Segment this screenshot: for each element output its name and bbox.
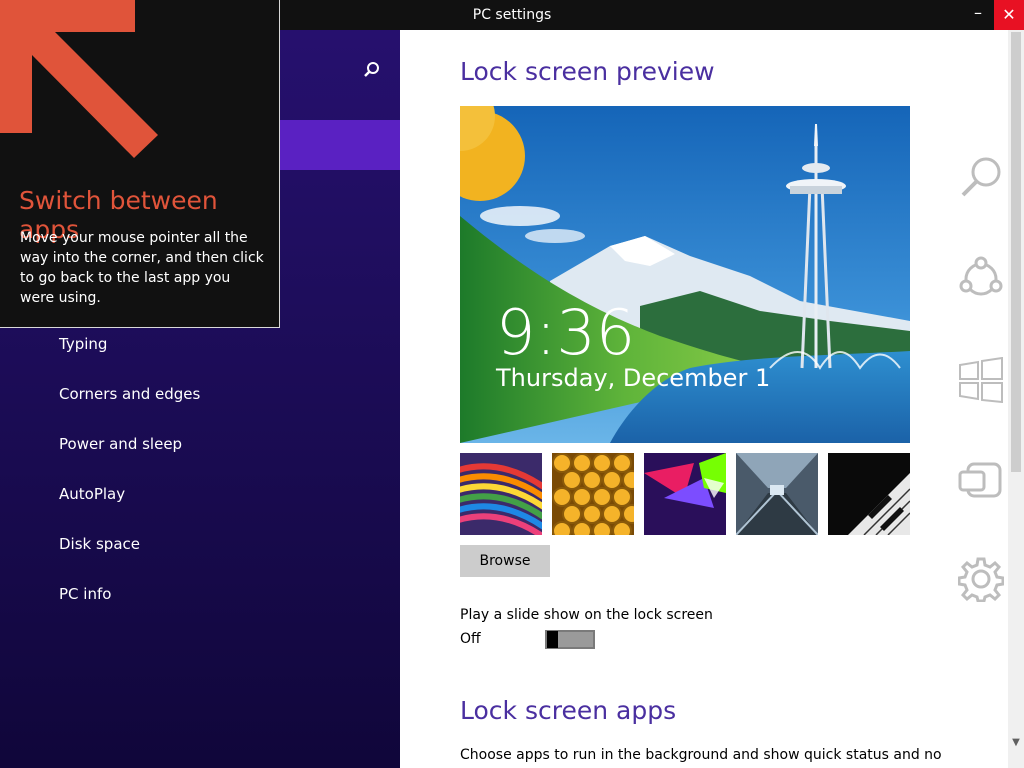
preview-date: Thursday, December 1 bbox=[496, 364, 771, 392]
toggle-knob bbox=[547, 631, 558, 648]
thumbnail-piano[interactable] bbox=[828, 453, 910, 535]
switch-apps-tip: Switch between apps Move your mouse poin… bbox=[0, 0, 280, 328]
nav-selected-item[interactable] bbox=[280, 120, 400, 170]
lock-screen-apps-heading: Lock screen apps bbox=[460, 696, 677, 725]
close-button[interactable]: ✕ bbox=[994, 0, 1024, 30]
devices-icon[interactable] bbox=[958, 458, 1004, 504]
scrollbar-thumb[interactable] bbox=[1011, 32, 1021, 472]
lock-screen-preview-image: 9:36 Thursday, December 1 bbox=[460, 106, 910, 443]
settings-content: Lock screen preview 9:36 Thursday, Decem… bbox=[400, 30, 1015, 768]
content-scrollbar[interactable]: ▼ bbox=[1008, 30, 1024, 768]
nav-item-autoplay[interactable]: AutoPlay bbox=[59, 485, 125, 503]
start-icon[interactable] bbox=[958, 356, 1004, 404]
nav-item-corners-and-edges[interactable]: Corners and edges bbox=[59, 385, 200, 403]
search-icon[interactable] bbox=[360, 60, 382, 82]
slideshow-state: Off bbox=[460, 631, 481, 647]
thumbnail-honeycomb[interactable] bbox=[552, 453, 634, 535]
pc-settings-window: PC settings – ✕ Typing Corners and edges… bbox=[0, 0, 1024, 768]
nav-item-power-and-sleep[interactable]: Power and sleep bbox=[59, 435, 182, 453]
lock-screen-apps-description: Choose apps to run in the background and… bbox=[460, 747, 1015, 763]
browse-button[interactable]: Browse bbox=[460, 545, 550, 577]
thumbnail-tunnel[interactable] bbox=[736, 453, 818, 535]
nav-item-typing[interactable]: Typing bbox=[59, 335, 107, 353]
corner-arrow-icon bbox=[0, 0, 158, 158]
lock-screen-preview-heading: Lock screen preview bbox=[460, 57, 715, 86]
settings-icon[interactable] bbox=[957, 556, 1005, 603]
preview-clock: 9:36 bbox=[496, 296, 636, 369]
scroll-down-arrow-icon[interactable]: ▼ bbox=[1010, 737, 1022, 749]
tip-body: Move your mouse pointer all the way into… bbox=[20, 230, 264, 306]
minimize-button[interactable]: – bbox=[962, 0, 994, 30]
share-icon[interactable] bbox=[958, 256, 1004, 302]
search-icon[interactable] bbox=[958, 155, 1004, 201]
nav-item-disk-space[interactable]: Disk space bbox=[59, 535, 140, 553]
slideshow-label: Play a slide show on the lock screen bbox=[460, 607, 713, 623]
thumbnail-rainbow[interactable] bbox=[460, 453, 542, 535]
thumbnail-abstract[interactable] bbox=[644, 453, 726, 535]
nav-item-pc-info[interactable]: PC info bbox=[59, 585, 111, 603]
slideshow-toggle[interactable] bbox=[545, 630, 595, 649]
